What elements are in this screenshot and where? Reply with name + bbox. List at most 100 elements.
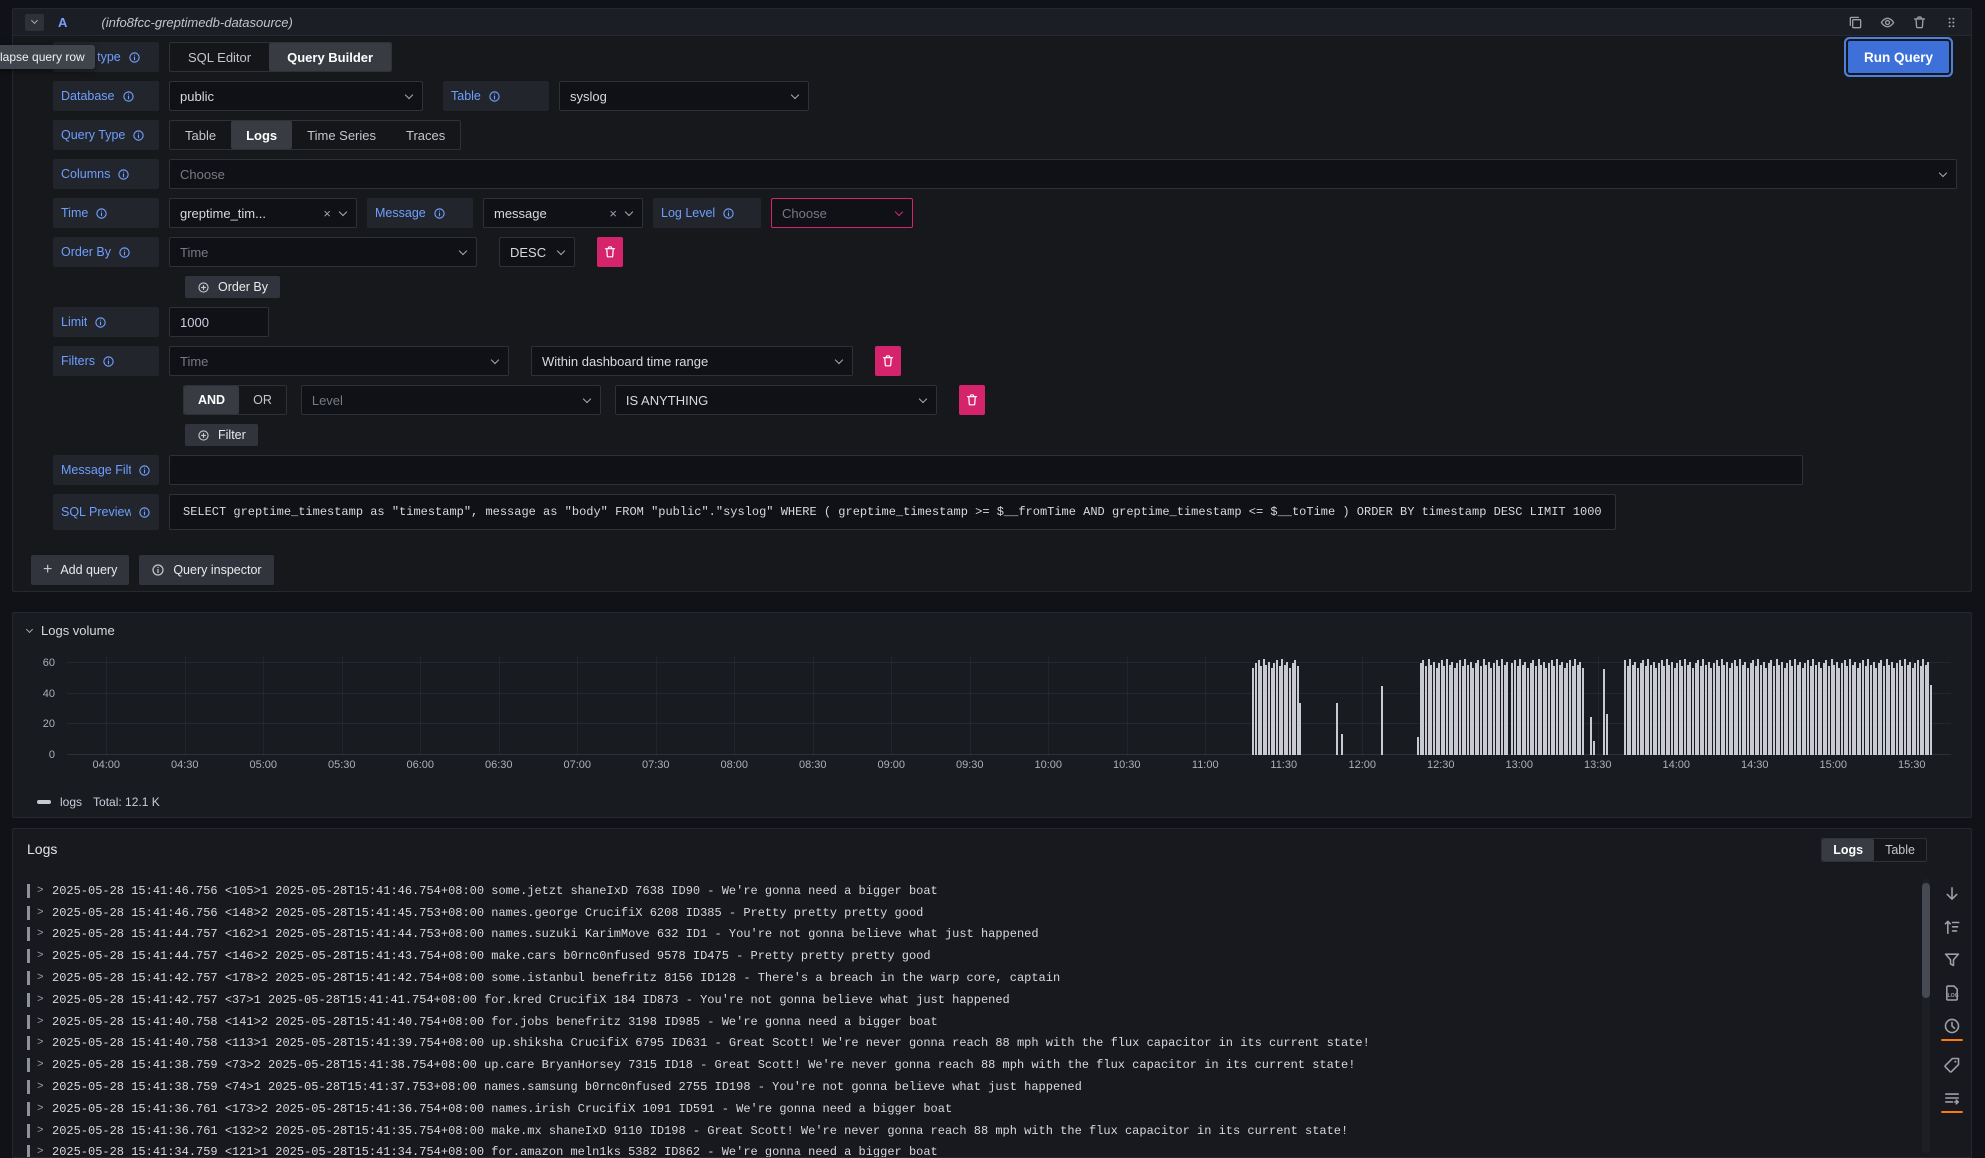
log-row[interactable]: >2025-05-28 15:41:34.759 <121>1 2025-05-… xyxy=(27,1142,1907,1157)
expand-log-row-icon[interactable]: > xyxy=(37,928,45,940)
wrap-lines-icon[interactable] xyxy=(1943,1089,1961,1107)
message-filter-input[interactable] xyxy=(169,455,1803,485)
option-table[interactable]: Table xyxy=(170,121,231,149)
expand-log-row-icon[interactable]: > xyxy=(37,1146,45,1157)
info-icon[interactable] xyxy=(488,90,501,103)
info-icon[interactable] xyxy=(128,51,141,64)
expand-log-row-icon[interactable]: > xyxy=(37,907,45,919)
condition-operator-select[interactable]: IS ANYTHING xyxy=(615,385,937,415)
message-column-select[interactable]: message × xyxy=(483,198,643,228)
active-indicator xyxy=(1941,1111,1963,1113)
expand-log-row-icon[interactable]: > xyxy=(37,1103,45,1115)
condition-field-select[interactable]: Level xyxy=(301,385,601,415)
limit-input[interactable]: 1000 xyxy=(169,307,269,337)
chevron-down-icon xyxy=(583,394,591,402)
info-icon[interactable] xyxy=(138,506,151,519)
log-row[interactable]: >2025-05-28 15:41:40.758 <113>1 2025-05-… xyxy=(27,1033,1907,1055)
log-row[interactable]: >2025-05-28 15:41:38.759 <73>2 2025-05-2… xyxy=(27,1054,1907,1076)
option-and[interactable]: AND xyxy=(184,386,239,414)
log-row[interactable]: >2025-05-28 15:41:44.757 <162>1 2025-05-… xyxy=(27,924,1907,946)
order-by-field-select[interactable]: Time xyxy=(169,237,477,267)
order-direction-select[interactable]: DESC xyxy=(499,237,575,267)
query-inspector-button[interactable]: Query inspector xyxy=(139,555,273,585)
x-tick-label: 13:00 xyxy=(1505,759,1533,771)
log-row[interactable]: >2025-05-28 15:41:42.757 <37>1 2025-05-2… xyxy=(27,989,1907,1011)
filter-field-select[interactable]: Time xyxy=(169,346,509,376)
info-icon[interactable] xyxy=(95,207,108,220)
clear-icon[interactable]: × xyxy=(323,207,331,220)
legend-series-name[interactable]: logs xyxy=(60,795,82,809)
gridline-vertical xyxy=(342,657,343,755)
option-table[interactable]: Table xyxy=(1874,839,1926,861)
logs-volume-header: Logs volume xyxy=(13,613,1971,638)
time-column-select[interactable]: greptime_tim... × xyxy=(169,198,357,228)
info-icon[interactable] xyxy=(102,355,115,368)
drag-handle-icon[interactable] xyxy=(1944,15,1959,30)
scroll-to-bottom-icon[interactable] xyxy=(1943,885,1961,903)
log-line-text: 2025-05-28 15:41:46.756 <105>1 2025-05-2… xyxy=(52,884,938,898)
filter-macro-select[interactable]: Within dashboard time range xyxy=(531,346,853,376)
collapse-panel-icon[interactable] xyxy=(26,625,33,632)
columns-select[interactable]: Choose xyxy=(169,159,1957,189)
add-order-by-button[interactable]: Order By xyxy=(185,276,280,298)
logs-scrollbar-thumb[interactable] xyxy=(1922,883,1930,998)
log-row[interactable]: >2025-05-28 15:41:46.756 <148>2 2025-05-… xyxy=(27,902,1907,924)
info-icon[interactable] xyxy=(122,90,135,103)
info-icon[interactable] xyxy=(118,246,131,259)
circle-plus-icon xyxy=(197,281,210,294)
remove-filter-button[interactable] xyxy=(875,346,901,376)
log-row[interactable]: >2025-05-28 15:41:40.758 <141>2 2025-05-… xyxy=(27,1011,1907,1033)
logs-panel-title: Logs xyxy=(27,841,57,857)
option-logs[interactable]: Logs xyxy=(1822,839,1874,861)
order-by-label: Order By xyxy=(53,237,159,267)
expand-log-row-icon[interactable]: > xyxy=(37,950,45,962)
log-level-indicator xyxy=(27,884,30,898)
remove-condition-button[interactable] xyxy=(959,385,985,415)
expand-log-row-icon[interactable]: > xyxy=(37,1037,45,1049)
expand-log-row-icon[interactable]: > xyxy=(37,994,45,1006)
show-time-icon[interactable] xyxy=(1943,1017,1961,1035)
database-select[interactable]: public xyxy=(169,81,423,111)
sort-logs-icon[interactable] xyxy=(1943,918,1961,936)
log-row[interactable]: >2025-05-28 15:41:36.761 <173>2 2025-05-… xyxy=(27,1098,1907,1120)
filter-icon[interactable] xyxy=(1943,951,1961,969)
expand-log-row-icon[interactable]: > xyxy=(37,1059,45,1071)
log-details-icon[interactable]: LOG xyxy=(1943,984,1961,1002)
expand-log-row-icon[interactable]: > xyxy=(37,885,45,897)
info-icon[interactable] xyxy=(722,207,735,220)
expand-log-row-icon[interactable]: > xyxy=(37,972,45,984)
gridline-vertical xyxy=(1048,657,1049,755)
unique-labels-icon[interactable] xyxy=(1943,1056,1961,1074)
hide-response-icon[interactable] xyxy=(1880,15,1895,30)
log-row[interactable]: >2025-05-28 15:41:38.759 <74>1 2025-05-2… xyxy=(27,1076,1907,1098)
option-sql-editor[interactable]: SQL Editor xyxy=(170,43,269,71)
remove-order-by-button[interactable] xyxy=(597,237,623,267)
option-query-builder[interactable]: Query Builder xyxy=(269,43,391,71)
info-icon[interactable] xyxy=(433,207,446,220)
info-icon[interactable] xyxy=(132,129,145,142)
table-select[interactable]: syslog xyxy=(559,81,809,111)
collapse-query-row-button[interactable] xyxy=(25,14,44,31)
info-icon[interactable] xyxy=(138,464,151,477)
remove-query-icon[interactable] xyxy=(1912,15,1927,30)
option-time-series[interactable]: Time Series xyxy=(292,121,391,149)
option-or[interactable]: OR xyxy=(239,386,286,414)
duplicate-query-icon[interactable] xyxy=(1848,15,1863,30)
expand-log-row-icon[interactable]: > xyxy=(37,1081,45,1093)
query-ref-id[interactable]: A xyxy=(58,15,67,30)
log-level-select[interactable]: Choose xyxy=(771,198,913,228)
option-traces[interactable]: Traces xyxy=(391,121,460,149)
log-row[interactable]: >2025-05-28 15:41:36.761 <132>2 2025-05-… xyxy=(27,1120,1907,1142)
log-row[interactable]: >2025-05-28 15:41:46.756 <105>1 2025-05-… xyxy=(27,880,1907,902)
info-icon[interactable] xyxy=(117,168,130,181)
info-icon[interactable] xyxy=(94,316,107,329)
expand-log-row-icon[interactable]: > xyxy=(37,1016,45,1028)
add-query-button[interactable]: + Add query xyxy=(31,555,129,585)
run-query-button[interactable]: Run Query xyxy=(1848,41,1949,73)
clear-icon[interactable]: × xyxy=(609,207,617,220)
add-filter-button[interactable]: Filter xyxy=(185,424,258,446)
log-row[interactable]: >2025-05-28 15:41:44.757 <146>2 2025-05-… xyxy=(27,945,1907,967)
expand-log-row-icon[interactable]: > xyxy=(37,1125,45,1137)
log-row[interactable]: >2025-05-28 15:41:42.757 <178>2 2025-05-… xyxy=(27,967,1907,989)
option-logs[interactable]: Logs xyxy=(231,121,292,149)
